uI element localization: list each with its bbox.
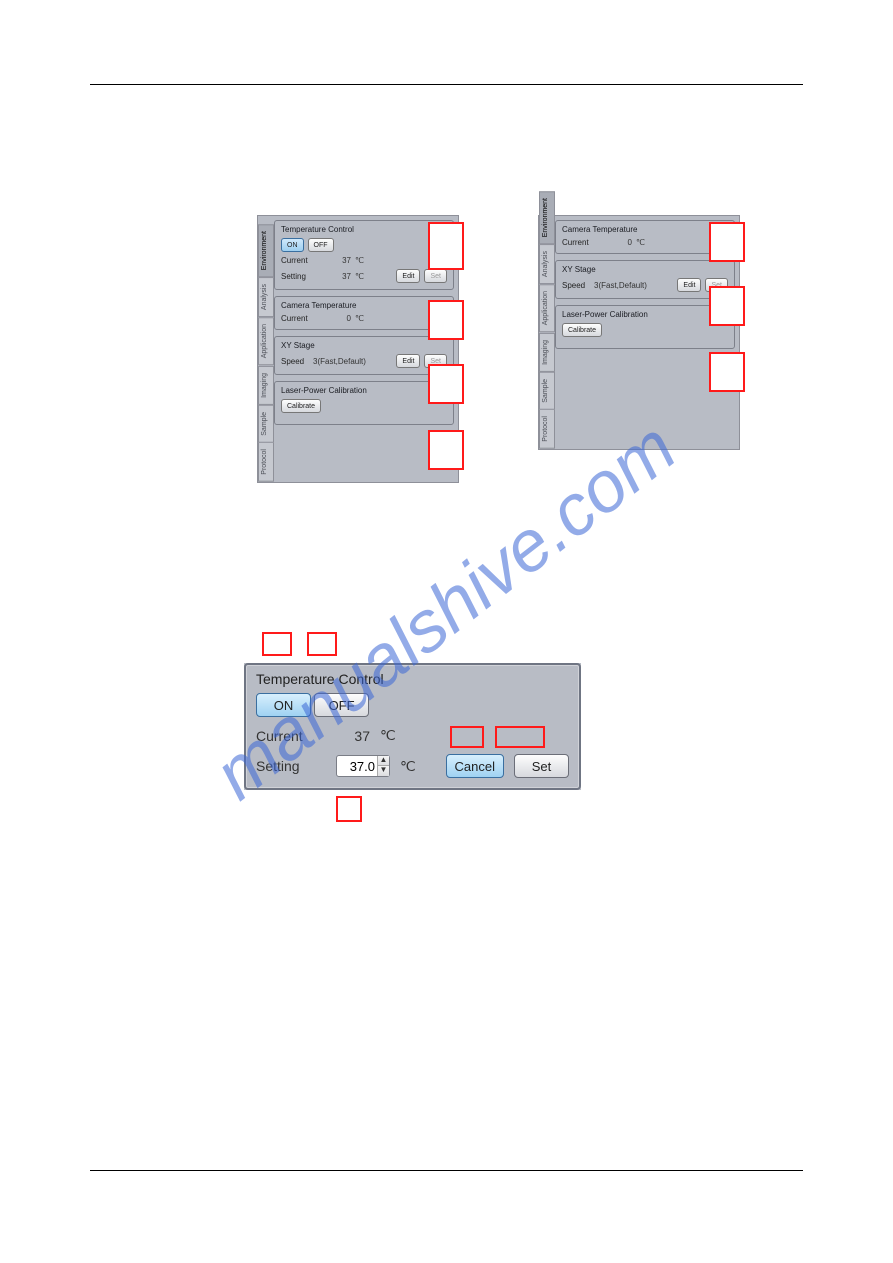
camtemp-current-label: Current (281, 314, 321, 323)
speed-label: Speed (562, 281, 590, 290)
temp-set-button[interactable]: Set (424, 269, 447, 283)
callout-box (709, 286, 745, 326)
group-laser-cal: Laser-Power Calibration Calibrate (274, 381, 454, 425)
detail-setting-label: Setting (256, 758, 326, 774)
tab-application[interactable]: Application (539, 284, 555, 332)
detail-on-button[interactable]: ON (256, 693, 311, 717)
setting-input[interactable] (337, 756, 377, 776)
callout-small (495, 726, 545, 748)
setting-value: 37 (325, 272, 351, 281)
group-camera-temp: Camera Temperature Current 0 ℃ (274, 296, 454, 330)
callout-small (307, 632, 337, 656)
callout-box (428, 430, 464, 470)
callout-small (262, 632, 292, 656)
detail-set-button[interactable]: Set (514, 754, 569, 778)
tab-imaging[interactable]: Imaging (539, 333, 555, 372)
tab-sample[interactable]: Sample (539, 372, 555, 410)
group-title: Laser-Power Calibration (281, 386, 447, 395)
group-title: XY Stage (562, 265, 728, 274)
calibrate-button[interactable]: Calibrate (281, 399, 321, 413)
tab-environment[interactable]: Environment (539, 191, 555, 244)
setting-spinner[interactable]: ▲ ▼ (336, 755, 390, 777)
top-rule (90, 84, 803, 85)
xy-edit-button[interactable]: Edit (396, 354, 420, 368)
tab-protocol[interactable]: Protocol (258, 442, 274, 482)
camtemp-current-unit: ℃ (355, 314, 369, 323)
camtemp-current-value: 0 (325, 314, 351, 323)
group-title: Temperature Control (281, 225, 447, 234)
detail-cancel-button[interactable]: Cancel (446, 754, 504, 778)
group-temp-control: Temperature Control ON OFF Current 37 ℃ … (274, 220, 454, 290)
temp-on-button[interactable]: ON (281, 238, 304, 252)
detail-title: Temperature Control (256, 671, 569, 687)
tab-analysis[interactable]: Analysis (539, 244, 555, 284)
current-unit: ℃ (355, 256, 369, 265)
setting-unit: ℃ (355, 272, 369, 281)
group-camera-temp: Camera Temperature Current 0 ℃ (555, 220, 735, 254)
speed-label: Speed (281, 357, 309, 366)
bottom-rule (90, 1170, 803, 1171)
camtemp-current-label: Current (562, 238, 602, 247)
callout-box (709, 352, 745, 392)
speed-value: 3(Fast,Default) (594, 281, 647, 290)
callout-box (428, 222, 464, 270)
temp-edit-button[interactable]: Edit (396, 269, 420, 283)
side-tabs: Protocol Sample Imaging Application Anal… (258, 216, 274, 482)
detail-setting-unit: ℃ (400, 758, 422, 775)
tab-analysis[interactable]: Analysis (258, 277, 274, 317)
spinner-down-icon[interactable]: ▼ (377, 766, 389, 776)
tab-imaging[interactable]: Imaging (258, 366, 274, 405)
detail-current-label: Current (256, 728, 326, 744)
side-tabs: Protocol Sample Imaging Application Anal… (539, 216, 555, 449)
callout-box (428, 300, 464, 340)
group-xy-stage: XY Stage Speed 3(Fast,Default) Edit Set (274, 336, 454, 375)
speed-value: 3(Fast,Default) (313, 357, 366, 366)
calibrate-button[interactable]: Calibrate (562, 323, 602, 337)
callout-box (709, 222, 745, 262)
detail-off-button[interactable]: OFF (314, 693, 369, 717)
group-title: Camera Temperature (562, 225, 728, 234)
group-xy-stage: XY Stage Speed 3(Fast,Default) Edit Set (555, 260, 735, 299)
temp-off-button[interactable]: OFF (308, 238, 334, 252)
callout-box (428, 364, 464, 404)
tab-application[interactable]: Application (258, 317, 274, 365)
tab-sample[interactable]: Sample (258, 405, 274, 443)
group-title: Camera Temperature (281, 301, 447, 310)
callout-small (336, 796, 362, 822)
group-laser-cal: Laser-Power Calibration Calibrate (555, 305, 735, 349)
group-title: Laser-Power Calibration (562, 310, 728, 319)
detail-current-value: 37 (336, 728, 370, 744)
current-value: 37 (325, 256, 351, 265)
callout-small (450, 726, 484, 748)
current-label: Current (281, 256, 321, 265)
tab-protocol[interactable]: Protocol (539, 409, 555, 449)
xy-edit-button[interactable]: Edit (677, 278, 701, 292)
tab-environment[interactable]: Environment (258, 224, 274, 277)
detail-current-unit: ℃ (380, 727, 402, 744)
setting-label: Setting (281, 272, 321, 281)
camtemp-current-value: 0 (606, 238, 632, 247)
group-title: XY Stage (281, 341, 447, 350)
camtemp-current-unit: ℃ (636, 238, 650, 247)
